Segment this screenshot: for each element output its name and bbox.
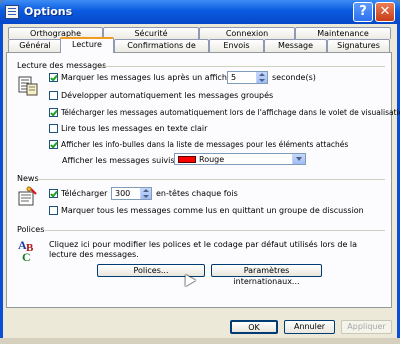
mark-read-unit: seconde(s) xyxy=(272,73,316,82)
news-download-checkbox[interactable] xyxy=(49,189,58,198)
auto-download-checkbox[interactable] xyxy=(49,108,58,117)
svg-text:C: C xyxy=(22,250,31,263)
window-title: Options xyxy=(24,5,73,18)
spinner-arrows-icon[interactable] xyxy=(140,188,151,199)
tab-general[interactable]: Général xyxy=(8,39,62,52)
ok-button[interactable]: OK xyxy=(230,320,278,334)
followed-color-value: Rouge xyxy=(199,155,225,164)
fonts-description: Cliquez ici pour modifier les polices et… xyxy=(49,240,358,259)
tab-maintenance[interactable]: Maintenance xyxy=(295,27,391,39)
plain-text-checkbox[interactable] xyxy=(49,124,58,133)
mark-all-read-label: Marquer tous les messages comme lus en q… xyxy=(61,206,364,215)
tab-message[interactable]: Message xyxy=(264,39,327,52)
tab-signatures[interactable]: Signatures xyxy=(327,39,390,52)
tab-securite[interactable]: Sécurité xyxy=(103,27,199,39)
expand-groups-checkbox[interactable] xyxy=(49,91,58,100)
news-headers-suffix: en-têtes chaque fois xyxy=(156,189,238,198)
news-headers-spinner[interactable]: 300 xyxy=(111,187,152,200)
section-title-news: News xyxy=(17,174,39,183)
title-bar[interactable]: Options ? ✕ xyxy=(0,0,400,24)
news-download-label: Télécharger xyxy=(61,189,108,198)
tooltips-checkbox[interactable] xyxy=(49,140,58,149)
separator-lecture xyxy=(99,66,385,67)
read-message-icon xyxy=(17,75,39,97)
tab-confirmations[interactable]: Confirmations de lecture xyxy=(114,39,209,61)
fonts-icon: A B C xyxy=(17,237,41,264)
bottom-strip xyxy=(0,338,400,344)
mark-read-label: Marquer les messages lus après un affich… xyxy=(61,73,255,82)
close-button[interactable]: ✕ xyxy=(375,2,395,22)
mark-all-read-checkbox[interactable] xyxy=(49,206,58,215)
news-icon xyxy=(17,186,39,208)
auto-download-label: Télécharger les messages automatiquement… xyxy=(61,108,400,117)
tab-lecture[interactable]: Lecture xyxy=(60,37,114,53)
options-dialog: Options ? ✕ Orthographe Sécurité Connexi… xyxy=(0,0,400,344)
mark-read-seconds-value: 5 xyxy=(231,73,237,82)
section-title-fonts: Polices xyxy=(17,225,45,234)
apply-button[interactable]: Appliquer xyxy=(341,320,392,334)
help-button[interactable]: ? xyxy=(353,2,373,22)
cancel-button[interactable]: Annuler xyxy=(284,320,335,334)
section-title-lecture: Lecture des messages xyxy=(17,61,107,70)
news-headers-value: 300 xyxy=(115,189,131,198)
international-settings-button[interactable]: Paramètres internationaux... xyxy=(211,264,322,286)
plain-text-label: Lire tous les messages en texte clair xyxy=(61,124,208,133)
options-app-icon xyxy=(5,5,19,19)
mark-read-seconds-spinner[interactable]: 5 xyxy=(227,71,268,84)
separator-fonts xyxy=(45,230,385,231)
expand-groups-label: Développer automatiquement les messages … xyxy=(61,91,274,100)
tab-envois[interactable]: Envois xyxy=(209,39,264,52)
red-swatch xyxy=(178,156,196,163)
spinner-arrows-icon[interactable] xyxy=(256,72,267,83)
chevron-down-icon[interactable] xyxy=(292,154,305,164)
tooltips-label: Afficher les info-bulles dans la liste d… xyxy=(61,140,349,149)
mark-read-checkbox[interactable] xyxy=(49,73,58,82)
separator-news xyxy=(39,179,385,180)
followed-messages-label: Afficher les messages suivis en : xyxy=(62,156,193,165)
followed-color-select[interactable]: Rouge xyxy=(174,153,306,165)
tab-connexion[interactable]: Connexion xyxy=(199,27,295,39)
